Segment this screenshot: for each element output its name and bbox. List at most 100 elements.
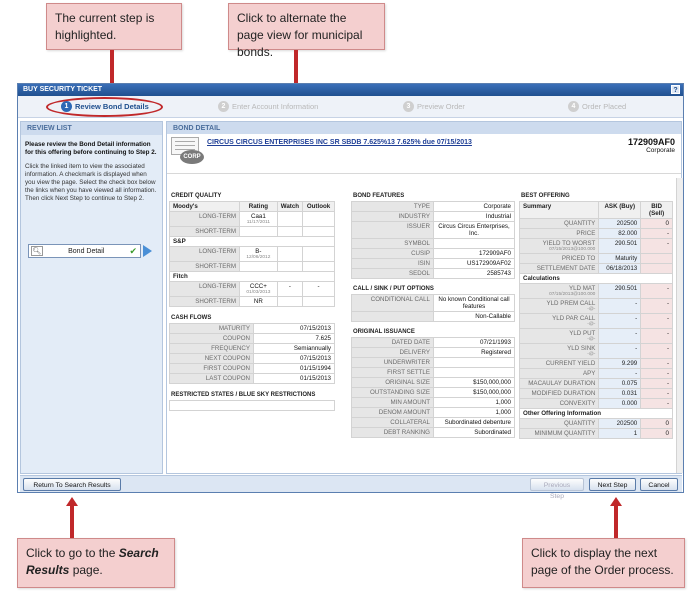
best-offering-title: BEST OFFERING: [521, 193, 570, 199]
moodys-st-watch: [276, 226, 304, 237]
moodys-st-label: SHORT-TERM: [168, 226, 241, 237]
sp-lt-watch: [276, 246, 304, 262]
other-bid: 0: [640, 428, 673, 439]
bf-row: ISSUER Circus Circus Enterprises, Inc.: [351, 221, 515, 239]
call-sink-put-title: CALL / SINK / PUT OPTIONS: [353, 286, 434, 292]
fitch-lt-outlook: -: [302, 281, 335, 297]
calculations-title: Calculations: [519, 273, 673, 284]
review-intro-text: Please review the Bond Detail informatio…: [25, 141, 157, 156]
calc-label: MACAULAY DURATION: [518, 378, 600, 389]
callout-next-page: Click to display the next page of the Or…: [522, 538, 685, 588]
best-offering-table: Summary ASK (Buy) BID (Sell) QUANTITY 202…: [518, 201, 673, 439]
bond-detail-review-item[interactable]: 🔍︎ Bond Detail ✔: [28, 244, 141, 258]
bo-label: PRICE: [518, 228, 600, 239]
sp-st-label: SHORT-TERM: [168, 261, 241, 272]
cancel-button[interactable]: Cancel: [640, 478, 678, 491]
next-step-button[interactable]: Next Step: [589, 478, 636, 491]
sp-lt-outlook: [302, 246, 335, 262]
calc-ask: 0.000: [598, 398, 642, 409]
cf-label: MATURITY: [169, 323, 254, 334]
bo-label: PRICED TO: [518, 253, 600, 264]
moodys-st-outlook: [302, 226, 335, 237]
bo-bid: [640, 263, 673, 274]
oi-value: Registered: [433, 347, 515, 358]
fitch-lt-watch: -: [276, 281, 304, 297]
cf-label: NEXT COUPON: [169, 353, 254, 364]
bo-row: PRICE 82.000-: [518, 228, 673, 239]
call-row: CONDITIONAL CALL No known Conditional ca…: [351, 294, 515, 312]
fitch-lt-value: CCC+: [249, 283, 267, 290]
step-4-label: Order Placed: [582, 102, 627, 111]
bo-bid: 0: [640, 218, 673, 229]
bo-bid: -: [640, 228, 673, 239]
fitch-st-watch: [276, 296, 304, 307]
calc-label: APY: [518, 368, 600, 379]
calc-bid: -: [640, 343, 673, 359]
review-help-text: Click the linked item to view the associ…: [25, 163, 157, 202]
bf-row: ISIN US172909AF02: [351, 258, 515, 269]
oi-row: UNDERWRITER: [351, 357, 515, 368]
calc-ask: 0.031: [598, 388, 642, 399]
other-offering-title: Other Offering Information: [519, 408, 673, 419]
corp-badge: CORP: [180, 150, 204, 164]
bond-title-link[interactable]: CIRCUS CIRCUS ENTERPRISES INC SR SBDB 7.…: [207, 139, 472, 146]
other-ask: 1: [598, 428, 642, 439]
other-header-row: Other Offering Information: [519, 408, 673, 419]
oi-row: DATED DATE 07/21/1993: [351, 337, 515, 348]
bf-row: SEDOL 2585743: [351, 268, 515, 279]
calc-ask: -: [598, 298, 642, 314]
moodys-st-rating: [239, 226, 278, 237]
bo-ask: 290.501: [598, 238, 642, 254]
arrow-next-head: [610, 497, 622, 506]
calc-bid: -: [640, 298, 673, 314]
other-ask: 202500: [598, 418, 642, 429]
fitch-label: Fitch: [169, 271, 335, 282]
sp-st-rating: [239, 261, 278, 272]
previous-step-button[interactable]: Previous Step: [530, 478, 584, 500]
calc-sub: -@-: [587, 337, 596, 342]
bf-label: SYMBOL: [351, 238, 434, 249]
selected-item-arrow-icon: [143, 245, 152, 257]
calc-header-row: Calculations: [519, 273, 673, 284]
fitch-lt-label: LONG-TERM: [168, 281, 241, 297]
oi-value: 1,000: [433, 397, 515, 408]
calc-label-cell: YLD SINK -@-: [518, 343, 600, 359]
bo-bid: [640, 253, 673, 264]
calc-label: YLD PREM CALL: [546, 300, 596, 307]
oi-row: DEBT RANKING Subordinated: [351, 427, 515, 438]
sp-lt-value: B-: [255, 248, 262, 255]
help-icon[interactable]: ?: [671, 85, 680, 94]
fitch-st-label: SHORT-TERM: [168, 296, 241, 307]
return-to-search-results-button[interactable]: Return To Search Results: [23, 478, 121, 491]
moodys-lt-value: Caa1: [250, 213, 266, 220]
calc-row: MODIFIED DURATION 0.031-: [518, 388, 673, 399]
arrow-return-line: [70, 505, 74, 538]
calc-bid: -: [640, 313, 673, 329]
oi-label: DEBT RANKING: [351, 427, 434, 438]
vertical-scrollbar[interactable]: [676, 178, 683, 473]
calc-ask: -: [598, 343, 642, 359]
calc-row: YLD MAT 07/15/2013@100.000 290.501-: [518, 283, 673, 299]
call-label: CONDITIONAL CALL: [351, 294, 434, 312]
moodys-lt-rating: Caa1 11/17/2011: [239, 211, 278, 227]
bf-row: INDUSTRY Industrial: [351, 211, 515, 222]
cf-row: COUPON 7.625: [169, 333, 335, 344]
oi-value: [433, 367, 515, 378]
bo-ask: Maturity: [598, 253, 642, 264]
bo-sub: 07/15/2013@100.000: [549, 247, 596, 252]
bf-value: Corporate: [433, 201, 515, 212]
oi-value: $150,000,000: [433, 377, 515, 388]
bf-value: [433, 238, 515, 249]
calc-bid: -: [640, 328, 673, 344]
oi-label: DATED DATE: [351, 337, 434, 348]
bond-summary-header: CORP CIRCUS CIRCUS ENTERPRISES INC SR SB…: [167, 134, 681, 174]
other-row: QUANTITY 202500 0: [518, 418, 673, 429]
fitch-st-row: SHORT-TERM NR: [168, 296, 335, 307]
sp-lt-date: 12/06/2012: [246, 255, 271, 260]
calc-label-cell: YLD PUT -@-: [518, 328, 600, 344]
oi-value: 07/21/1993: [433, 337, 515, 348]
calc-sub: -@-: [587, 352, 596, 357]
bo-ask: 82.000: [598, 228, 642, 239]
calc-label: YLD MAT: [568, 285, 596, 292]
column-best-offering: BEST OFFERING Summary ASK (Buy) BID (Sel…: [518, 191, 673, 439]
